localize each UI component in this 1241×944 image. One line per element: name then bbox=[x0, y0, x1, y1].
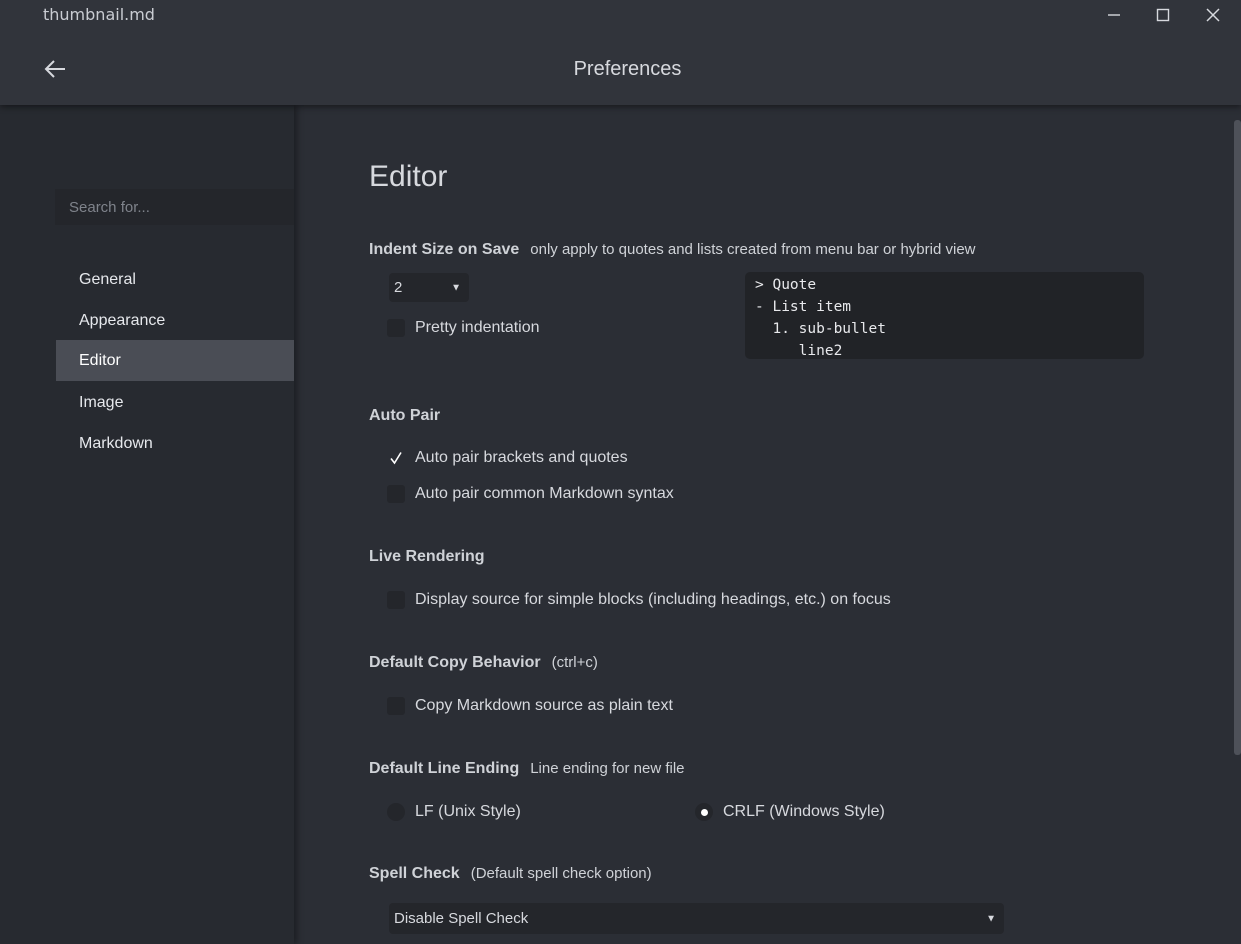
line-ending-hint: Line ending for new file bbox=[530, 760, 685, 777]
section-heading: Editor bbox=[369, 160, 448, 193]
settings-panel: Editor Indent Size on Save only apply to … bbox=[294, 105, 1241, 944]
page-title: Preferences bbox=[573, 58, 682, 80]
search-input[interactable] bbox=[55, 189, 294, 225]
checkmark-icon bbox=[390, 452, 402, 465]
indent-preview: > Quote - List item 1. sub-bullet line2 bbox=[745, 272, 1144, 359]
lf-option[interactable]: LF (Unix Style) bbox=[387, 803, 521, 821]
crlf-option[interactable]: CRLF (Windows Style) bbox=[695, 803, 885, 821]
auto-pair-markdown-option[interactable]: Auto pair common Markdown syntax bbox=[387, 485, 674, 503]
copy-behavior-label: Default Copy Behavior bbox=[369, 654, 541, 671]
preview-line: 1. sub-bullet bbox=[755, 321, 886, 337]
minimize-icon bbox=[1108, 14, 1120, 16]
close-icon bbox=[1206, 8, 1220, 22]
sidebar: General Appearance Editor Image Markdown bbox=[0, 105, 294, 944]
preview-line: > Quote bbox=[755, 277, 817, 293]
maximize-button[interactable] bbox=[1151, 4, 1175, 26]
minimize-button[interactable] bbox=[1102, 4, 1126, 26]
pretty-indentation-checkbox[interactable] bbox=[387, 319, 405, 337]
line-ending-label: Default Line Ending bbox=[369, 760, 520, 777]
close-button[interactable] bbox=[1201, 4, 1225, 26]
radio-selected-dot bbox=[700, 808, 708, 816]
auto-pair-markdown-checkbox[interactable] bbox=[387, 485, 405, 503]
spell-check-hint: (Default spell check option) bbox=[470, 865, 652, 882]
scrollbar-thumb[interactable] bbox=[1234, 120, 1241, 755]
auto-pair-markdown-label: Auto pair common Markdown syntax bbox=[415, 485, 674, 502]
pretty-indentation-option[interactable]: Pretty indentation bbox=[387, 319, 540, 337]
display-source-label: Display source for simple blocks (includ… bbox=[415, 591, 891, 608]
copy-plain-text-checkbox[interactable] bbox=[387, 697, 405, 715]
indent-size-value: 2 bbox=[394, 279, 403, 296]
indent-size-hint: only apply to quotes and lists created f… bbox=[530, 241, 976, 258]
copy-plain-text-option[interactable]: Copy Markdown source as plain text bbox=[387, 697, 673, 715]
sidebar-item-editor[interactable]: Editor bbox=[56, 340, 294, 381]
spell-check-title: Spell Check (Default spell check option) bbox=[369, 865, 652, 883]
lf-label: LF (Unix Style) bbox=[415, 803, 521, 820]
sidebar-item-appearance[interactable]: Appearance bbox=[56, 300, 294, 341]
crlf-radio[interactable] bbox=[695, 803, 713, 821]
auto-pair-brackets-option[interactable]: Auto pair brackets and quotes bbox=[387, 449, 628, 467]
caret-down-icon: ▼ bbox=[986, 913, 996, 924]
indent-size-label: Indent Size on Save bbox=[369, 241, 520, 258]
display-source-option[interactable]: Display source for simple blocks (includ… bbox=[387, 591, 891, 609]
window-filename: thumbnail.md bbox=[43, 5, 155, 24]
sidebar-item-markdown[interactable]: Markdown bbox=[56, 423, 294, 464]
spell-check-value: Disable Spell Check bbox=[394, 910, 529, 927]
live-rendering-title: Live Rendering bbox=[369, 548, 485, 565]
crlf-label: CRLF (Windows Style) bbox=[723, 803, 885, 820]
auto-pair-title: Auto Pair bbox=[369, 407, 441, 424]
copy-plain-text-label: Copy Markdown source as plain text bbox=[415, 697, 673, 714]
lf-radio[interactable] bbox=[387, 803, 405, 821]
spell-check-select[interactable]: Disable Spell Check ▼ bbox=[389, 903, 1004, 934]
copy-behavior-title: Default Copy Behavior (ctrl+c) bbox=[369, 654, 598, 672]
caret-down-icon: ▼ bbox=[451, 282, 461, 293]
display-source-checkbox[interactable] bbox=[387, 591, 405, 609]
auto-pair-brackets-label: Auto pair brackets and quotes bbox=[415, 449, 628, 466]
title-bar: thumbnail.md Preferences bbox=[0, 0, 1241, 105]
pretty-indentation-label: Pretty indentation bbox=[415, 319, 540, 336]
auto-pair-brackets-checkbox[interactable] bbox=[387, 449, 405, 467]
indent-size-title: Indent Size on Save only apply to quotes … bbox=[369, 241, 976, 259]
line-ending-title: Default Line Ending Line ending for new f… bbox=[369, 760, 685, 778]
copy-behavior-hint: (ctrl+c) bbox=[551, 654, 598, 671]
preview-line: line2 bbox=[755, 343, 843, 359]
maximize-icon bbox=[1156, 8, 1170, 22]
sidebar-item-image[interactable]: Image bbox=[56, 382, 294, 423]
spell-check-label: Spell Check bbox=[369, 865, 460, 882]
preview-line: - List item bbox=[755, 299, 852, 315]
sidebar-item-general[interactable]: General bbox=[56, 259, 294, 300]
indent-size-select[interactable]: 2 ▼ bbox=[389, 273, 469, 302]
